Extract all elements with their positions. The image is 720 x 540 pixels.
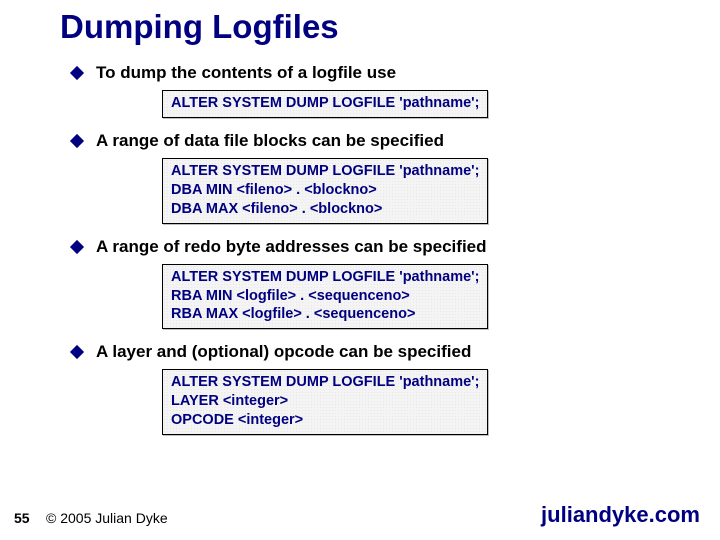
slide-title: Dumping Logfiles (60, 8, 339, 46)
code-line: ALTER SYSTEM DUMP LOGFILE 'pathname'; (171, 268, 479, 287)
slide-content: To dump the contents of a logfile use AL… (72, 58, 652, 435)
diamond-bullet-icon (70, 134, 84, 148)
bullet-item: A layer and (optional) opcode can be spe… (72, 341, 652, 363)
code-line: LAYER <integer> (171, 392, 479, 411)
diamond-bullet-icon (70, 239, 84, 253)
code-box: ALTER SYSTEM DUMP LOGFILE 'pathname'; (162, 90, 488, 118)
code-line: OPCODE <integer> (171, 411, 479, 430)
code-line: ALTER SYSTEM DUMP LOGFILE 'pathname'; (171, 162, 479, 181)
slide-footer: 55 © 2005 Julian Dyke juliandyke.com (0, 502, 720, 528)
code-line: DBA MAX <fileno> . <blockno> (171, 200, 479, 219)
bullet-text: A range of redo byte addresses can be sp… (96, 236, 487, 258)
page-number: 55 (14, 510, 30, 526)
site-link: juliandyke.com (541, 502, 700, 528)
diamond-bullet-icon (70, 66, 84, 80)
bullet-text: To dump the contents of a logfile use (96, 62, 396, 84)
bullet-text: A range of data file blocks can be speci… (96, 130, 444, 152)
bullet-text: A layer and (optional) opcode can be spe… (96, 341, 471, 363)
slide: Dumping Logfiles To dump the contents of… (0, 0, 720, 540)
code-line: RBA MIN <logfile> . <sequenceno> (171, 287, 479, 306)
code-line: DBA MIN <fileno> . <blockno> (171, 181, 479, 200)
code-box: ALTER SYSTEM DUMP LOGFILE 'pathname'; DB… (162, 158, 488, 224)
bullet-item: A range of data file blocks can be speci… (72, 130, 652, 152)
code-box: ALTER SYSTEM DUMP LOGFILE 'pathname'; LA… (162, 369, 488, 435)
code-box: ALTER SYSTEM DUMP LOGFILE 'pathname'; RB… (162, 264, 488, 330)
code-line: ALTER SYSTEM DUMP LOGFILE 'pathname'; (171, 373, 479, 392)
diamond-bullet-icon (70, 345, 84, 359)
copyright-text: © 2005 Julian Dyke (46, 510, 168, 526)
bullet-item: A range of redo byte addresses can be sp… (72, 236, 652, 258)
bullet-item: To dump the contents of a logfile use (72, 62, 652, 84)
code-line: RBA MAX <logfile> . <sequenceno> (171, 305, 479, 324)
code-line: ALTER SYSTEM DUMP LOGFILE 'pathname'; (171, 94, 479, 113)
